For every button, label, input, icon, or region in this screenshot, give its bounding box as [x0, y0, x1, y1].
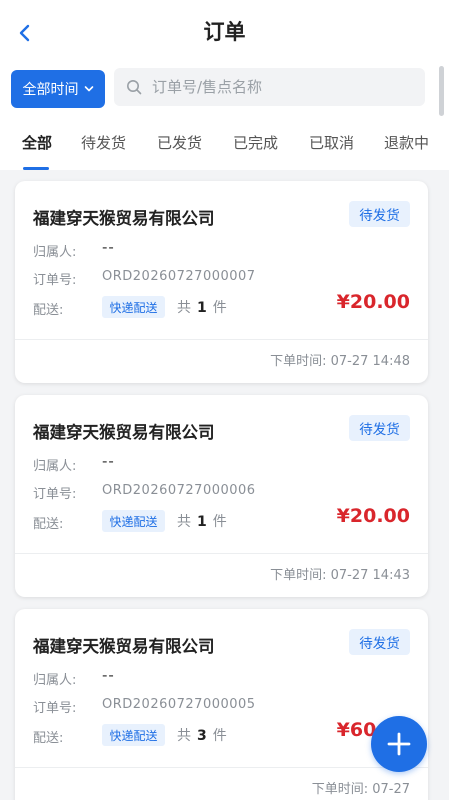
- plus-icon: [387, 732, 411, 756]
- order-card[interactable]: 福建穿天猴贸易有限公司 待发货 归属人: -- 订单号: ORD20260727…: [15, 181, 428, 383]
- shipping-tag: 快递配送: [102, 724, 165, 746]
- count-value: 3: [197, 728, 207, 744]
- count-unit: 件: [212, 514, 227, 530]
- count-value: 1: [197, 514, 207, 530]
- time-filter-dropdown[interactable]: 全部时间: [11, 70, 105, 108]
- order-card[interactable]: 福建穿天猴贸易有限公司 待发货 归属人: -- 订单号: ORD20260727…: [15, 609, 428, 800]
- count-unit: 件: [212, 728, 227, 744]
- search-input[interactable]: [152, 78, 412, 96]
- filter-row: 全部时间: [0, 62, 449, 112]
- card-divider: [15, 767, 428, 768]
- tab-all[interactable]: 全部: [22, 132, 52, 153]
- owner-label: 归属人:: [33, 245, 77, 260]
- order-status-tabs: 全部 待发货 已发货 已完成 已取消 退款中: [0, 112, 449, 170]
- order-time-label: 下单时间:: [311, 782, 369, 797]
- owner-value: --: [102, 666, 115, 684]
- card-divider: [15, 339, 428, 340]
- shipping-tag: 快递配送: [102, 510, 165, 532]
- item-count: 共3件: [177, 725, 227, 745]
- order-no-label: 订单号:: [33, 487, 77, 502]
- shipping-label: 配送:: [33, 517, 64, 532]
- order-time-value: 07-27 14:48: [330, 354, 410, 369]
- order-card[interactable]: 福建穿天猴贸易有限公司 待发货 归属人: -- 订单号: ORD20260727…: [15, 395, 428, 597]
- count-prefix: 共: [177, 514, 191, 530]
- owner-label: 归属人:: [33, 459, 77, 474]
- add-order-button[interactable]: [371, 716, 427, 772]
- header: 订单: [0, 0, 449, 62]
- search-box[interactable]: [114, 68, 425, 106]
- order-time: 下单时间: 07-27: [312, 778, 410, 797]
- tab-pending-shipment[interactable]: 待发货: [81, 132, 126, 153]
- order-no-label: 订单号:: [33, 701, 77, 716]
- count-prefix: 共: [177, 300, 191, 316]
- order-price: ¥20.00: [336, 505, 410, 527]
- tab-shipped[interactable]: 已发货: [157, 132, 202, 153]
- count-prefix: 共: [177, 728, 191, 744]
- order-time-label: 下单时间:: [270, 354, 327, 369]
- scrollbar[interactable]: [439, 66, 444, 116]
- search-icon: [127, 80, 142, 95]
- status-badge: 待发货: [349, 415, 410, 441]
- count-value: 1: [197, 300, 207, 316]
- company-name: 福建穿天猴贸易有限公司: [33, 637, 215, 656]
- shipping-label: 配送:: [33, 731, 64, 746]
- company-name: 福建穿天猴贸易有限公司: [33, 209, 215, 228]
- company-name: 福建穿天猴贸易有限公司: [33, 423, 215, 442]
- order-time-value: 07-27 14:43: [330, 568, 410, 583]
- item-count: 共1件: [177, 297, 227, 317]
- status-badge: 待发货: [349, 201, 410, 227]
- order-price: ¥20.00: [336, 291, 410, 313]
- order-time: 下单时间: 07-27 14:48: [270, 350, 410, 369]
- card-divider: [15, 553, 428, 554]
- tab-completed[interactable]: 已完成: [233, 132, 278, 153]
- order-time: 下单时间: 07-27 14:43: [270, 564, 410, 583]
- owner-value: --: [102, 452, 115, 470]
- order-no-value: ORD20260727000005: [102, 697, 256, 712]
- order-time-label: 下单时间:: [270, 568, 327, 583]
- owner-label: 归属人:: [33, 673, 77, 688]
- tab-refunding[interactable]: 退款中: [384, 132, 429, 153]
- order-time-value: 07-27: [372, 782, 410, 797]
- owner-value: --: [102, 238, 115, 256]
- order-no-value: ORD20260727000007: [102, 269, 256, 284]
- time-filter-label: 全部时间: [22, 82, 79, 98]
- item-count: 共1件: [177, 511, 227, 531]
- chevron-down-icon: [84, 86, 93, 92]
- shipping-tag: 快递配送: [102, 296, 165, 318]
- status-badge: 待发货: [349, 629, 410, 655]
- count-unit: 件: [212, 300, 227, 316]
- order-no-label: 订单号:: [33, 273, 77, 288]
- page-title: 订单: [203, 20, 246, 44]
- shipping-label: 配送:: [33, 303, 64, 318]
- order-no-value: ORD20260727000006: [102, 483, 256, 498]
- tab-cancelled[interactable]: 已取消: [309, 132, 354, 153]
